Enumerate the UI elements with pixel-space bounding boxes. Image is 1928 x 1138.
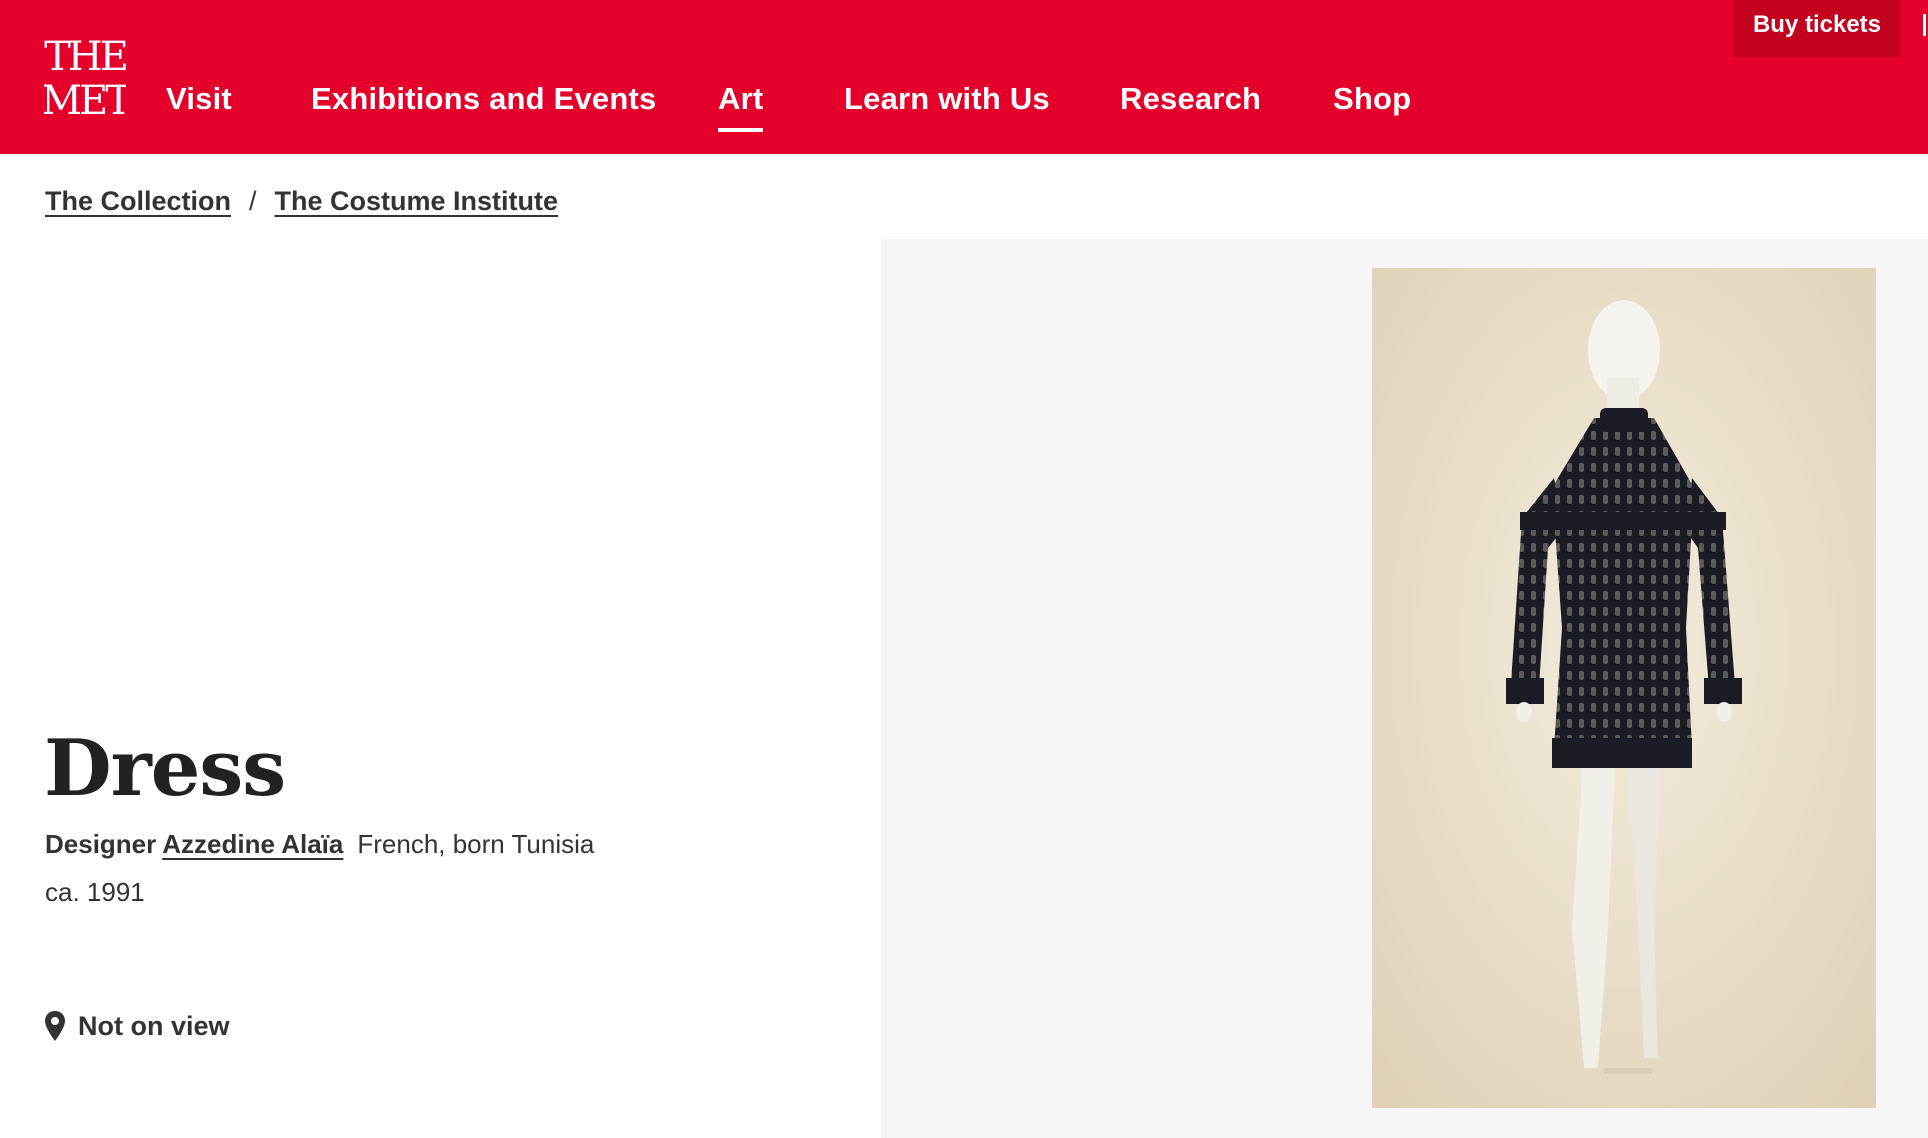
map-pin-icon xyxy=(45,1011,65,1041)
artwork-date: ca. 1991 xyxy=(45,877,145,907)
buy-tickets-button[interactable]: Buy tickets xyxy=(1734,0,1900,57)
breadcrumb-the-collection[interactable]: The Collection xyxy=(45,186,231,216)
main-nav: Visit Exhibitions and Events Art Learn w… xyxy=(0,0,1928,154)
breadcrumb: The Collection / The Costume Institute xyxy=(45,186,558,217)
nav-research[interactable]: Research xyxy=(1120,76,1261,122)
designer-link[interactable]: Azzedine Alaïa xyxy=(162,829,343,859)
nav-shop[interactable]: Shop xyxy=(1333,76,1411,122)
designer-line: Designer Azzedine Alaïa French, born Tunis… xyxy=(45,826,594,862)
breadcrumb-costume-institute[interactable]: The Costume Institute xyxy=(275,186,559,216)
nav-visit[interactable]: Visit xyxy=(166,76,232,122)
designer-role: Designer xyxy=(45,829,157,859)
artwork-title: Dress xyxy=(44,723,286,814)
site-header: THE MET Visit Exhibitions and Events Art… xyxy=(0,0,1928,154)
designer-nationality: French, born Tunisia xyxy=(357,829,595,859)
breadcrumb-separator: / xyxy=(249,186,257,216)
nav-exhibitions-and-events[interactable]: Exhibitions and Events xyxy=(311,76,656,122)
artwork-photo[interactable] xyxy=(1372,268,1876,1108)
nav-learn-with-us[interactable]: Learn with Us xyxy=(844,76,1050,122)
overflow-edge-indicator xyxy=(1923,14,1926,36)
view-status: Not on view xyxy=(44,1008,230,1044)
view-status-text: Not on view xyxy=(78,1011,230,1041)
nav-art[interactable]: Art xyxy=(718,76,764,132)
